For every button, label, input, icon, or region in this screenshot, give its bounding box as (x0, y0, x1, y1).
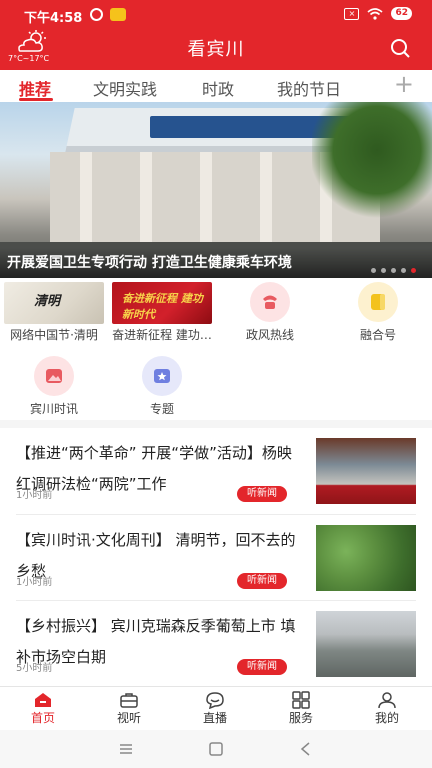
shortcut-fusion[interactable]: 融合号 (324, 278, 432, 346)
pagination-dot-active[interactable] (411, 268, 416, 273)
nav-label: 我的 (374, 711, 399, 725)
news-item[interactable]: 【乡村振兴】 宾川克瑞森反季葡萄上市 填补市场空白期 5小时前 听新闻 (0, 601, 432, 687)
tag-icon (371, 294, 385, 310)
tab-civilization[interactable]: 文明实践 (93, 76, 157, 100)
star-icon-bg (142, 356, 182, 396)
nav-live[interactable]: 直播 (172, 687, 258, 731)
shortcut-binchuan-news[interactable]: 宾川时讯 (0, 352, 108, 420)
home-square-icon[interactable] (206, 740, 226, 758)
banner-photo-tree (312, 102, 432, 222)
new-journey-thumbnail-text: 奋进新征程 建功新时代 (122, 292, 203, 321)
news-time: 1小时前 (16, 577, 53, 588)
status-icons: × 62 (344, 7, 412, 20)
banner-pagination (371, 268, 416, 273)
shortcut-topics[interactable]: 专题 (108, 352, 216, 420)
nav-audiovisual[interactable]: 视听 (86, 687, 172, 731)
nav-profile[interactable]: 我的 (344, 687, 430, 731)
briefcase-icon (120, 693, 138, 708)
image-icon-bg (34, 356, 74, 396)
listen-news-button[interactable]: 听新闻 (237, 486, 287, 502)
phone-icon (263, 295, 277, 309)
active-tab-indicator (19, 98, 53, 101)
shortcut-label: 宾川时讯 (29, 402, 78, 416)
system-navigation-bar (0, 730, 432, 768)
shortcut-new-journey[interactable]: 奋进新征程 建功新时代 奋进新征程 建功… (108, 278, 216, 346)
headline-banner[interactable]: 开展爱国卫生专项行动 打造卫生健康乘车环境 (0, 102, 432, 278)
home-icon (35, 693, 51, 707)
alarm-icon (90, 8, 103, 21)
shortcut-label: 融合号 (359, 328, 396, 342)
qingming-thumbnail-text: 清明 (34, 294, 61, 309)
notification-app-icon (110, 8, 126, 21)
banner-caption: 开展爱国卫生专项行动 打造卫生健康乘车环境 (7, 255, 292, 271)
listen-news-button[interactable]: 听新闻 (237, 659, 287, 675)
pagination-dot[interactable] (391, 268, 396, 273)
nav-services[interactable]: 服务 (258, 687, 344, 731)
battery-level: 62 (391, 7, 412, 20)
nav-label: 直播 (202, 711, 227, 725)
news-thumbnail (316, 525, 416, 591)
news-item[interactable]: 【宾川时讯·文化周刊】 清明节，回不去的乡愁 1小时前 听新闻 (0, 515, 432, 601)
search-icon[interactable] (390, 38, 410, 58)
news-time: 5小时前 (16, 663, 53, 674)
shortcut-qingming[interactable]: 清明 网络中国节·清明 (0, 278, 108, 346)
shortcut-label: 专题 (149, 402, 174, 416)
pagination-dot[interactable] (371, 268, 376, 273)
news-time: 1小时前 (16, 490, 53, 501)
wifi-icon (367, 7, 383, 20)
pagination-dot[interactable] (381, 268, 386, 273)
star-icon (154, 369, 170, 383)
phone-icon-bg (250, 282, 290, 322)
qingming-thumbnail: 清明 (4, 282, 104, 324)
listen-news-button[interactable]: 听新闻 (237, 573, 287, 589)
shortcut-label: 政风热线 (245, 328, 294, 342)
banner-photo-column (80, 152, 92, 244)
image-icon (46, 369, 62, 383)
news-list: 【推进“两个革命” 开展“学做”活动】杨映红调研法检“两院”工作 1小时前 听新… (0, 428, 432, 686)
user-icon (378, 692, 396, 709)
sim-icon: × (344, 7, 360, 20)
shortcut-label: 奋进新征程 建功… (112, 328, 212, 342)
banner-photo-column (140, 152, 152, 244)
app-title: 看宾川 (187, 39, 245, 60)
status-time: 下午4:58 (24, 11, 83, 26)
tab-recommend[interactable]: 推荐 (19, 76, 51, 100)
nav-home[interactable]: 首页 (0, 687, 86, 731)
app-header: 下午4:58 × 62 7°C~17°C 看宾川 (0, 0, 432, 70)
banner-photo-column (200, 152, 212, 244)
nav-label: 首页 (30, 711, 55, 725)
bottom-navigation: 首页 视听 直播 服务 我的 (0, 686, 432, 730)
add-tab-icon[interactable]: + (394, 72, 414, 96)
pagination-dot[interactable] (401, 268, 406, 273)
nav-label: 服务 (288, 711, 313, 725)
status-bar: 下午4:58 × 62 (0, 0, 432, 30)
tab-my-festival[interactable]: 我的节日 (277, 76, 341, 100)
news-item[interactable]: 【推进“两个革命” 开展“学做”活动】杨映红调研法检“两院”工作 1小时前 听新… (0, 428, 432, 514)
menu-icon[interactable] (116, 740, 136, 758)
shortcut-label: 网络中国节·清明 (10, 328, 98, 342)
shortcut-grid: 清明 网络中国节·清明 奋进新征程 建功新时代 奋进新征程 建功… 政风热线 融… (0, 278, 432, 420)
category-tabs: 推荐 文明实践 时政 我的节日 + (0, 70, 432, 102)
shortcut-hotline[interactable]: 政风热线 (216, 278, 324, 346)
grid-icon (292, 691, 310, 709)
tab-politics[interactable]: 时政 (202, 76, 234, 100)
banner-photo-column (260, 152, 272, 244)
news-thumbnail (316, 611, 416, 677)
nav-label: 视听 (116, 711, 141, 725)
news-thumbnail (316, 438, 416, 504)
tag-icon-bg (358, 282, 398, 322)
new-journey-thumbnail: 奋进新征程 建功新时代 (112, 282, 212, 324)
live-icon (206, 692, 224, 709)
back-icon[interactable] (296, 740, 316, 758)
